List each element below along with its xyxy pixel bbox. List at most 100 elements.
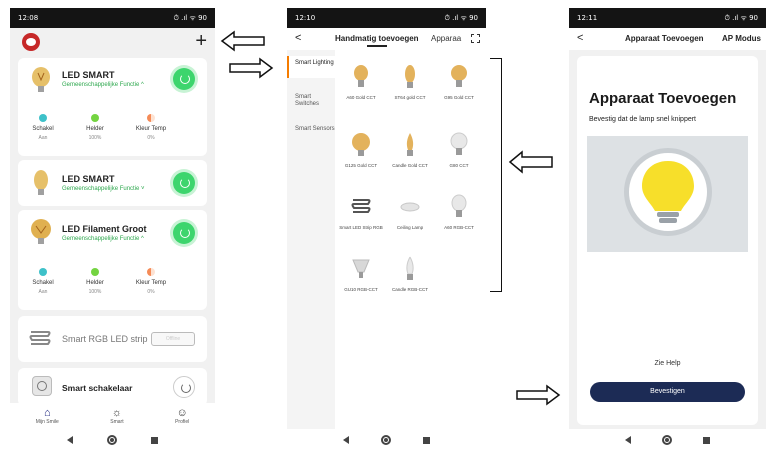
product-item[interactable]: Candle Gold CCT bbox=[386, 132, 434, 168]
control-helder[interactable]: Helder 100% bbox=[70, 114, 120, 141]
recents-nav-icon[interactable] bbox=[703, 436, 711, 444]
lamp-ring bbox=[624, 148, 712, 236]
product-item[interactable]: ST64 gold CCT bbox=[386, 64, 434, 100]
device-title: Smart RGB LED strip bbox=[62, 334, 148, 344]
confirm-button[interactable]: Bevestigen bbox=[590, 382, 745, 402]
ap-mode-link[interactable]: AP Modus bbox=[722, 34, 761, 43]
home-nav-icon[interactable] bbox=[661, 435, 672, 445]
status-time: 12:11 bbox=[577, 14, 598, 22]
device-card[interactable]: Smart schakelaar bbox=[18, 368, 207, 406]
candle-bulb-icon bbox=[406, 256, 414, 280]
home-nav-icon[interactable] bbox=[107, 435, 117, 445]
arrow-left-icon bbox=[508, 150, 553, 174]
lightbulb-icon bbox=[642, 161, 694, 223]
recents-nav-icon[interactable] bbox=[151, 436, 158, 444]
device-subtitle[interactable]: Gemeenschappelijke Functie ˅ bbox=[62, 186, 145, 192]
color-temp-icon bbox=[147, 268, 155, 276]
recents-nav-icon[interactable] bbox=[423, 436, 430, 444]
product-item[interactable]: Candle RGB-CCT bbox=[386, 256, 434, 292]
tab-smart[interactable]: ☼ Smart bbox=[110, 407, 123, 425]
home-nav-icon[interactable] bbox=[381, 435, 391, 445]
tab-handmatig-toevoegen[interactable]: Handmatig toevoegen bbox=[335, 34, 419, 47]
scan-icon[interactable] bbox=[471, 34, 480, 43]
control-helder[interactable]: Helder 100% bbox=[70, 268, 120, 295]
help-link[interactable]: Zie Help bbox=[577, 360, 758, 367]
control-schakel[interactable]: Schakel Aan bbox=[18, 268, 68, 295]
status-icons: ⏱ .ıl ᯤ 90 bbox=[173, 13, 207, 22]
device-card-offline[interactable]: Smart RGB LED strip Offline bbox=[18, 316, 207, 362]
back-nav-icon[interactable] bbox=[67, 436, 73, 444]
product-label: Ceiling Lamp bbox=[396, 224, 424, 230]
phone-add-manually: 12:10 ⏱ .ıl ᯤ 90 < Handmatig toevoegen A… bbox=[287, 8, 486, 451]
control-schakel[interactable]: Schakel Aan bbox=[18, 114, 68, 141]
device-card[interactable]: LED SMART Gemeenschappelijke Functie ^ S… bbox=[18, 58, 207, 156]
control-kleur-temp[interactable]: Kleur Temp 0% bbox=[126, 268, 176, 295]
device-card[interactable]: LED SMART Gemeenschappelijke Functie ˅ bbox=[18, 160, 207, 206]
system-nav-bar bbox=[287, 429, 486, 451]
home-icon: ⌂ bbox=[43, 407, 51, 419]
arrow-right-icon bbox=[516, 384, 561, 406]
power-toggle-button[interactable] bbox=[173, 68, 195, 90]
led-strip-icon bbox=[29, 331, 51, 345]
control-label: Helder bbox=[86, 280, 104, 286]
product-label: GU10 RGB-CCT bbox=[344, 286, 378, 292]
app-header: + bbox=[10, 28, 215, 58]
control-value: 100% bbox=[88, 135, 102, 141]
product-item[interactable]: G125 Gold CCT bbox=[337, 132, 385, 168]
tab-mijn-smile[interactable]: ⌂ Mijn Smile bbox=[36, 407, 59, 425]
add-device-panel: Apparaat Toevoegen Bevestig dat de lamp … bbox=[577, 56, 758, 425]
phone-device-list: 12:08 ⏱ .ıl ᯤ 90 + LED SMART Gemeenschap… bbox=[10, 8, 215, 451]
control-value: 100% bbox=[88, 289, 102, 295]
product-label: A60 Gold CCT bbox=[346, 94, 376, 100]
tab-label: Profiel bbox=[175, 419, 190, 425]
product-item[interactable]: A60 RGB-CCT bbox=[435, 194, 483, 230]
device-title: LED SMART bbox=[62, 70, 115, 80]
phone-add-device: 12:11 ⏱ .ıl ᯤ 90 < Apparaat Toevoegen AP… bbox=[569, 8, 766, 451]
product-item[interactable]: G80 CCT bbox=[435, 132, 483, 168]
device-subtitle[interactable]: Gemeenschappelijke Functie ^ bbox=[62, 236, 144, 242]
filament-bulb-icon bbox=[451, 65, 467, 87]
product-item[interactable]: GU10 RGB-CCT bbox=[337, 256, 385, 292]
sidebar-item-smart-sensors[interactable]: Smart Sensors bbox=[287, 126, 335, 133]
category-sidebar: Smart Lighting Smart Switches Smart Sens… bbox=[287, 50, 335, 429]
tab-label: Mijn Smile bbox=[35, 419, 59, 425]
system-nav-bar bbox=[569, 429, 766, 451]
sidebar-item-smart-switches[interactable]: Smart Switches bbox=[287, 94, 335, 108]
sidebar-item-smart-lighting[interactable]: Smart Lighting bbox=[287, 56, 335, 78]
brightness-icon bbox=[91, 268, 99, 276]
product-item[interactable]: G95 Gold CCT bbox=[435, 64, 483, 100]
offline-badge: Offline bbox=[151, 332, 195, 346]
tab-profiel[interactable]: ☺ Profiel bbox=[175, 407, 189, 425]
device-subtitle[interactable]: Gemeenschappelijke Functie ^ bbox=[62, 82, 144, 88]
control-value: Aan bbox=[38, 289, 48, 295]
control-kleur-temp[interactable]: Kleur Temp 0% bbox=[126, 114, 176, 141]
back-button[interactable]: < bbox=[295, 32, 301, 44]
product-label: Smart LED Strip RGB bbox=[339, 224, 383, 230]
add-device-button[interactable]: + bbox=[195, 30, 207, 53]
device-card[interactable]: LED Filament Groot Gemeenschappelijke Fu… bbox=[18, 210, 207, 310]
switch-icon bbox=[39, 268, 47, 276]
ceiling-lamp-icon bbox=[400, 202, 420, 212]
power-toggle-button[interactable] bbox=[173, 222, 195, 244]
product-item[interactable]: Smart LED Strip RGB bbox=[337, 194, 385, 230]
back-nav-icon[interactable] bbox=[624, 436, 631, 444]
lamp-illustration bbox=[587, 136, 748, 252]
product-item[interactable]: A60 Gold CCT bbox=[337, 64, 385, 100]
tab-apparaat[interactable]: Apparaa bbox=[431, 34, 461, 43]
status-icons: ⏱ .ıl ᯤ 90 bbox=[724, 13, 758, 22]
power-toggle-button[interactable] bbox=[173, 172, 195, 194]
back-nav-icon[interactable] bbox=[343, 436, 349, 444]
bottom-tab-bar: ⌂ Mijn Smile ☼ Smart ☺ Profiel bbox=[10, 403, 215, 429]
spot-bulb-icon bbox=[352, 259, 370, 278]
filament-bulb-icon bbox=[354, 65, 368, 87]
control-value: 0% bbox=[147, 289, 155, 295]
power-toggle-button[interactable] bbox=[173, 376, 195, 398]
filament-bulb-icon bbox=[32, 67, 50, 92]
control-label: Schakel bbox=[32, 280, 54, 286]
arrow-left-icon bbox=[220, 30, 265, 52]
back-button[interactable]: < bbox=[577, 32, 583, 44]
product-label: G80 CCT bbox=[449, 162, 469, 168]
product-item[interactable]: Ceiling Lamp bbox=[386, 194, 434, 230]
device-title: LED Filament Groot bbox=[62, 224, 147, 234]
color-temp-icon bbox=[147, 114, 155, 122]
